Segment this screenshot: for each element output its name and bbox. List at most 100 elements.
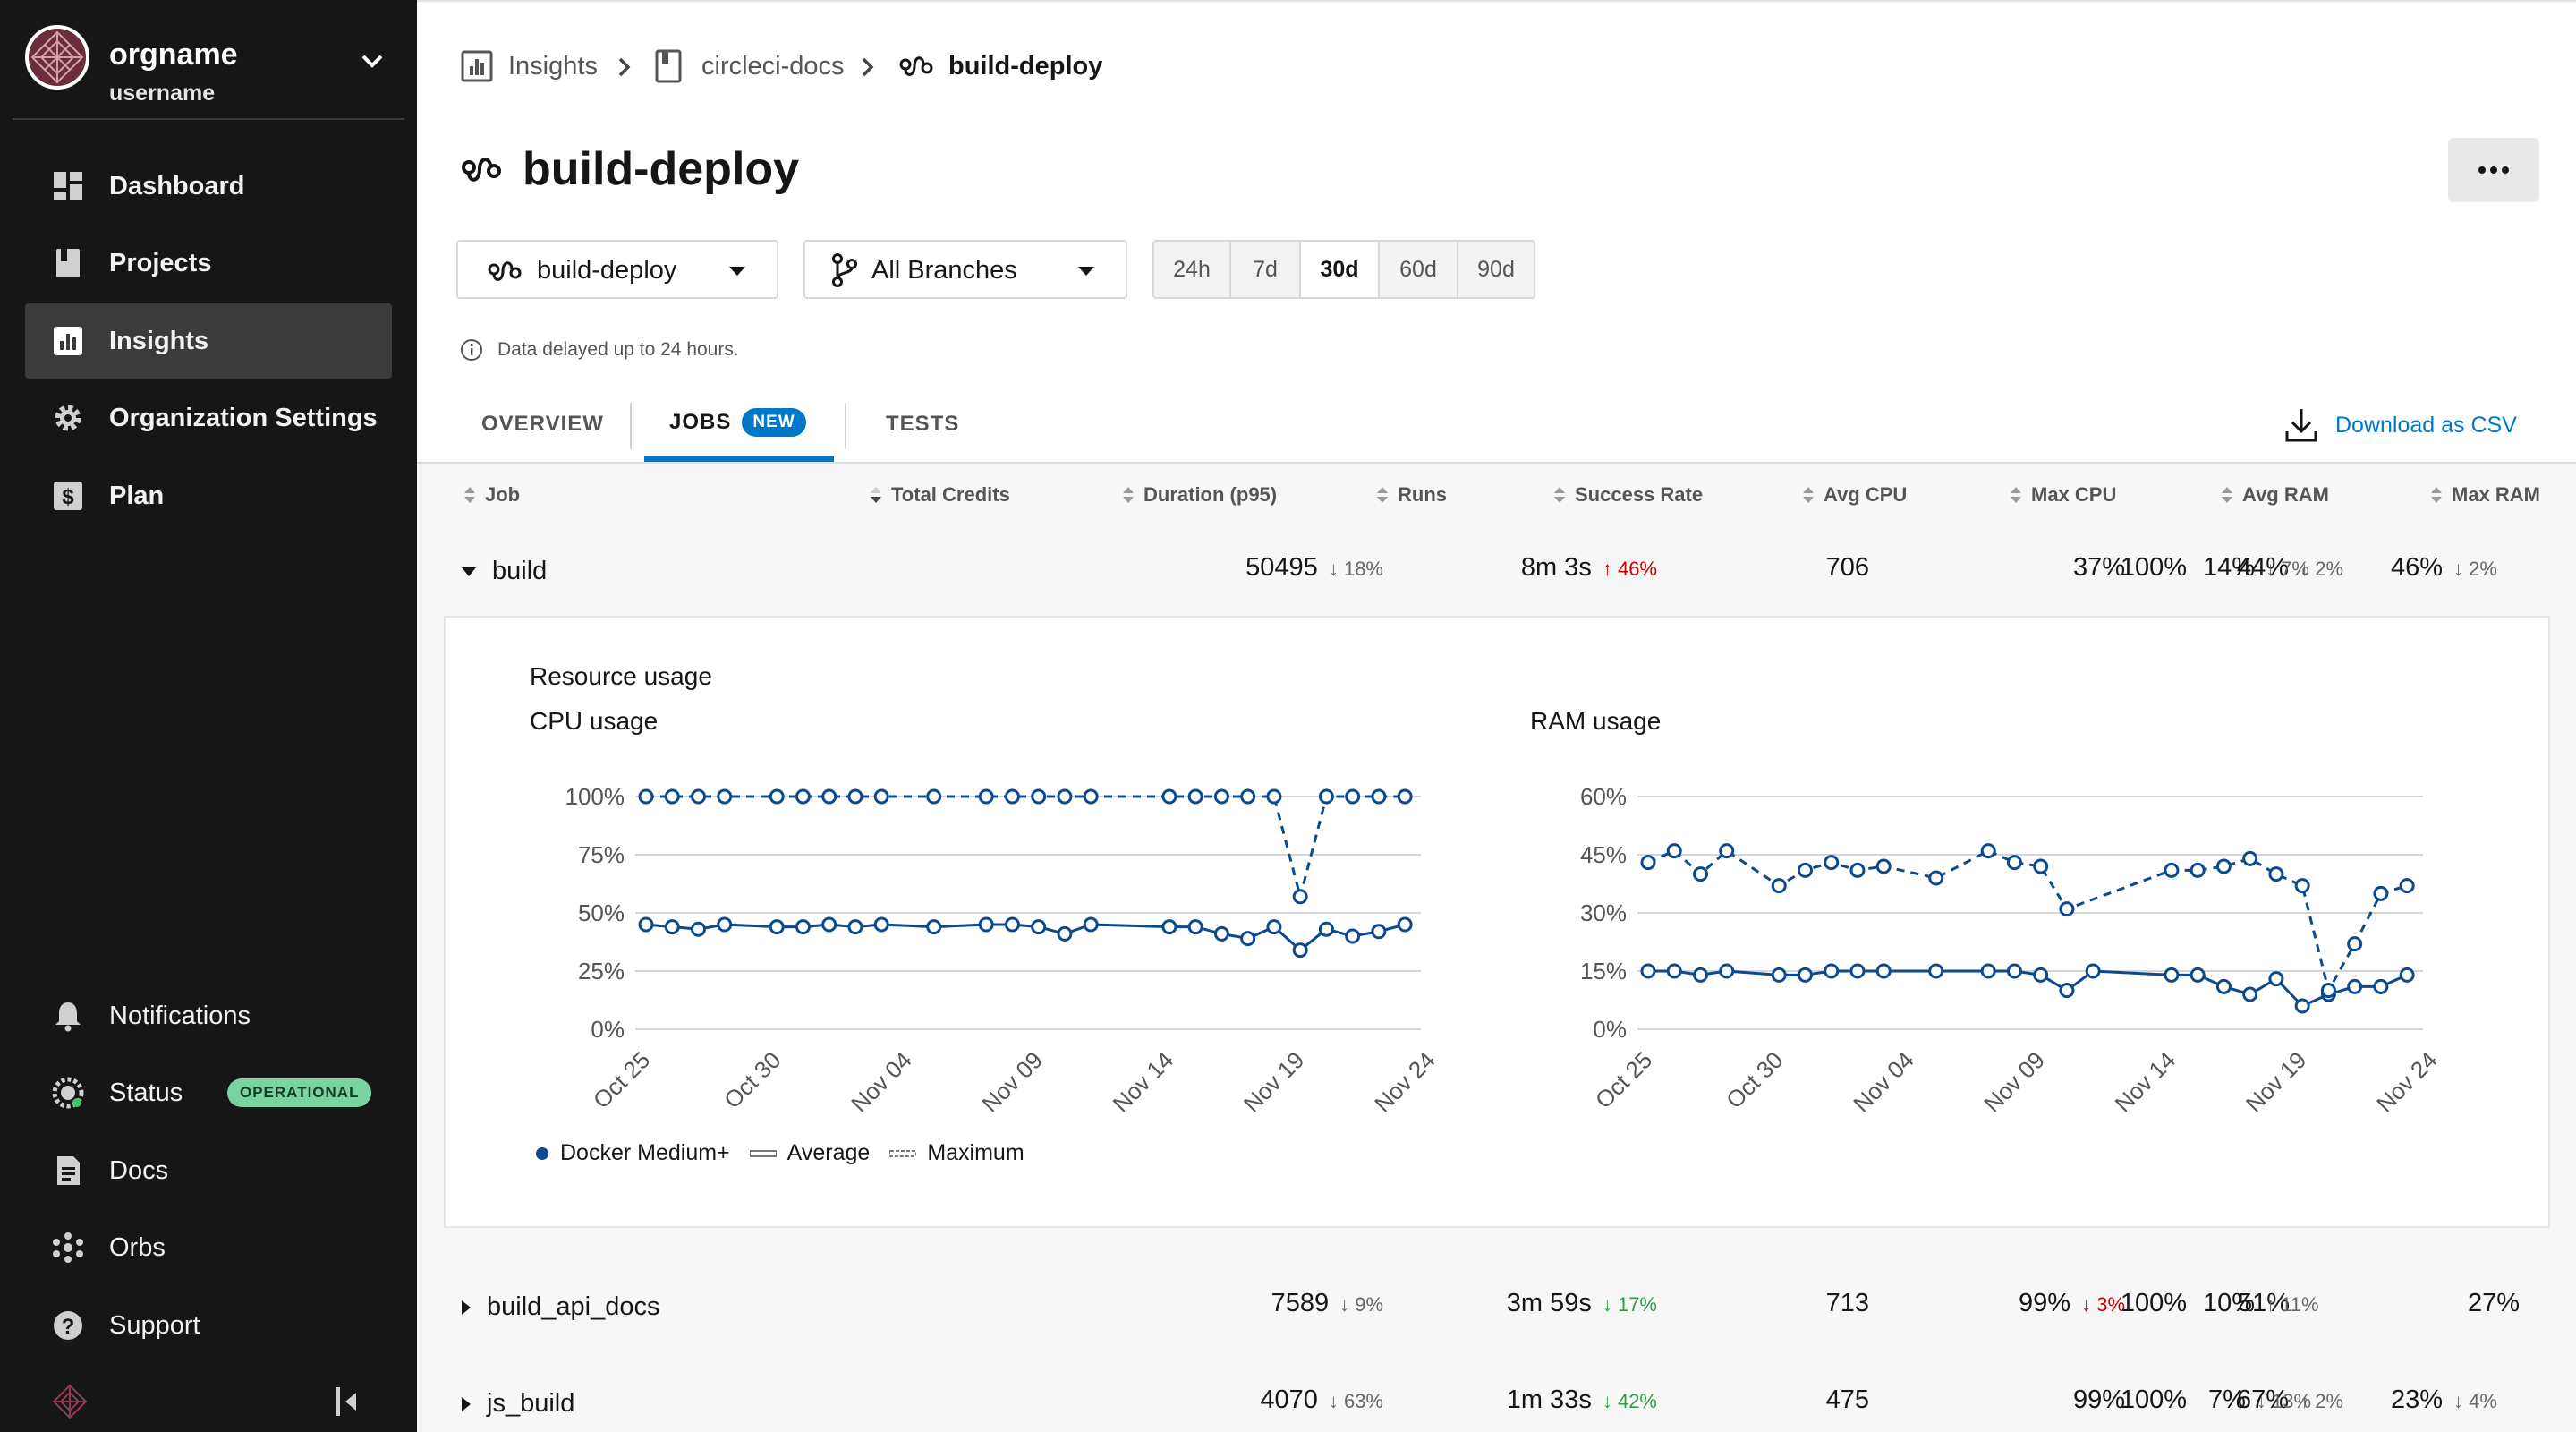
more-options-button[interactable]: [2448, 138, 2539, 202]
data-point: [2268, 866, 2284, 882]
breadcrumb-label: Insights: [508, 51, 598, 81]
data-point: [1240, 931, 1256, 947]
data-point: [2399, 967, 2415, 983]
sidebar-item-orbs[interactable]: Orbs: [25, 1210, 392, 1285]
org-switcher[interactable]: orgname username: [13, 13, 404, 120]
range-option-7d[interactable]: 7d: [1231, 242, 1301, 297]
avg-ram-value: 14%: [2203, 553, 2256, 582]
panel-title: Resource usage: [530, 662, 712, 690]
tab-overview[interactable]: OVERVIEW: [481, 412, 604, 437]
repo-icon: [655, 49, 682, 83]
data-point: [2399, 878, 2415, 894]
data-point: [1161, 788, 1177, 805]
sidebar-item-support[interactable]: ? Support: [25, 1288, 392, 1363]
y-tick-label: 100%: [565, 783, 625, 810]
data-point: [1213, 925, 1229, 942]
column-header-max-cpu[interactable]: Max CPU: [2010, 483, 2116, 507]
duration-value: 8m 3s: [1520, 553, 1592, 582]
data-point: [1057, 925, 1073, 942]
sidebar-item-plan[interactable]: $ Plan: [25, 458, 392, 533]
data-point: [1292, 889, 1308, 905]
column-header-job[interactable]: Job: [463, 483, 520, 507]
chevron-down-icon[interactable]: [356, 48, 388, 75]
runs-cell: 706: [1825, 553, 1869, 582]
collapse-sidebar-icon[interactable]: [333, 1385, 360, 1418]
column-header-total-credits[interactable]: Total Credits: [870, 483, 1010, 507]
data-point: [1719, 843, 1735, 859]
column-label: Avg CPU: [1824, 483, 1908, 506]
org-name: orgname: [109, 38, 238, 72]
job-name: build_api_docs: [487, 1292, 660, 1321]
column-label: Avg RAM: [2242, 483, 2329, 506]
column-header-duration[interactable]: Duration (p95): [1122, 483, 1277, 507]
max-cpu-cell: 100%: [2120, 553, 2187, 582]
data-point: [2164, 967, 2180, 983]
avg-ram-delta: ↑ 11%: [2266, 1293, 2319, 1316]
range-option-30d[interactable]: 30d: [1301, 242, 1380, 297]
sidebar-item-notifications[interactable]: Notifications: [25, 978, 392, 1053]
job-name-cell[interactable]: js_build: [462, 1389, 574, 1419]
data-point: [2059, 901, 2075, 917]
data-point: [1980, 963, 1996, 979]
cpu-usage-chart: 100% 75% 50% 25% 0% Oct 25 Oct 30 Nov 04 Nov 09 N…: [565, 783, 1441, 1118]
duration-cell: 3m 59s ↓ 17%: [1507, 1289, 1657, 1318]
delta-value: 42%: [1617, 1390, 1657, 1412]
expand-caret-icon: [462, 1396, 471, 1411]
credits-value: 50495: [1245, 553, 1318, 582]
sort-icon: [2222, 487, 2232, 503]
job-name-cell[interactable]: build: [462, 557, 547, 586]
data-point: [847, 919, 863, 935]
download-csv-label: Download as CSV: [2335, 412, 2517, 438]
data-point: [1031, 919, 1047, 935]
max-ram-value: 23%: [2391, 1385, 2444, 1414]
sidebar-item-docs[interactable]: Docs: [25, 1133, 392, 1208]
job-name-cell[interactable]: build_api_docs: [462, 1292, 659, 1322]
column-header-avg-ram[interactable]: Avg RAM: [2221, 483, 2329, 507]
workflow-select[interactable]: build-deploy: [456, 240, 778, 299]
data-point: [1397, 788, 1413, 805]
data-point: [1640, 963, 1656, 979]
column-header-max-ram[interactable]: Max RAM: [2430, 483, 2540, 507]
range-option-60d[interactable]: 60d: [1380, 242, 1458, 297]
bell-icon: [55, 1002, 81, 1032]
data-point: [2242, 986, 2258, 1002]
sidebar-item-projects[interactable]: Projects: [25, 226, 392, 301]
max-ram-value: 46%: [2391, 553, 2444, 582]
max-cpu-cell: 100%: [2120, 1385, 2187, 1414]
tab-divider: [845, 403, 846, 449]
range-option-24h[interactable]: 24h: [1154, 242, 1231, 297]
sort-icon: [1554, 487, 1565, 503]
sidebar-item-organization-settings[interactable]: Organization Settings: [25, 380, 392, 456]
column-header-avg-cpu[interactable]: Avg CPU: [1802, 483, 1907, 507]
sidebar-item-status[interactable]: Status OPERATIONAL: [25, 1055, 392, 1130]
data-point: [1031, 788, 1047, 805]
max-ram-delta: ↓ 4%: [2453, 1390, 2497, 1412]
data-point: [2189, 967, 2206, 983]
sidebar-item-dashboard[interactable]: Dashboard: [25, 149, 392, 224]
sidebar-item-insights[interactable]: Insights: [25, 303, 392, 379]
data-point: [1004, 788, 1020, 805]
dashboard-icon: [54, 172, 82, 200]
legend-average: Average: [749, 1140, 870, 1166]
workflow-select-value: build-deploy: [537, 256, 677, 285]
duration-cell: 8m 3s ↑ 46%: [1521, 553, 1657, 583]
caret-down-icon: [1078, 267, 1094, 276]
column-header-runs[interactable]: Runs: [1376, 483, 1447, 507]
credits-cell: 7589 ↓ 9%: [1271, 1289, 1383, 1318]
data-point: [1849, 963, 1866, 979]
breadcrumb-project-link[interactable]: circleci-docs: [701, 48, 845, 84]
download-csv-link[interactable]: Download as CSV: [2283, 405, 2517, 446]
range-option-90d[interactable]: 90d: [1458, 242, 1534, 297]
x-tick-label: Nov 04: [846, 1046, 916, 1117]
breadcrumb-insights-link[interactable]: Insights: [508, 48, 598, 84]
y-tick-label: 45%: [1580, 841, 1627, 868]
tab-jobs[interactable]: JOBS NEW: [669, 408, 806, 437]
column-header-success-rate[interactable]: Success Rate: [1553, 483, 1703, 507]
ellipsis-icon: [2478, 166, 2509, 174]
tab-tests[interactable]: TESTS: [886, 412, 959, 437]
delta-value: 17%: [1617, 1293, 1657, 1316]
delta-value: 13%: [2272, 1390, 2312, 1412]
y-tick-label: 75%: [578, 841, 625, 868]
data-point: [1371, 788, 1387, 805]
branch-select[interactable]: All Branches: [803, 240, 1127, 299]
